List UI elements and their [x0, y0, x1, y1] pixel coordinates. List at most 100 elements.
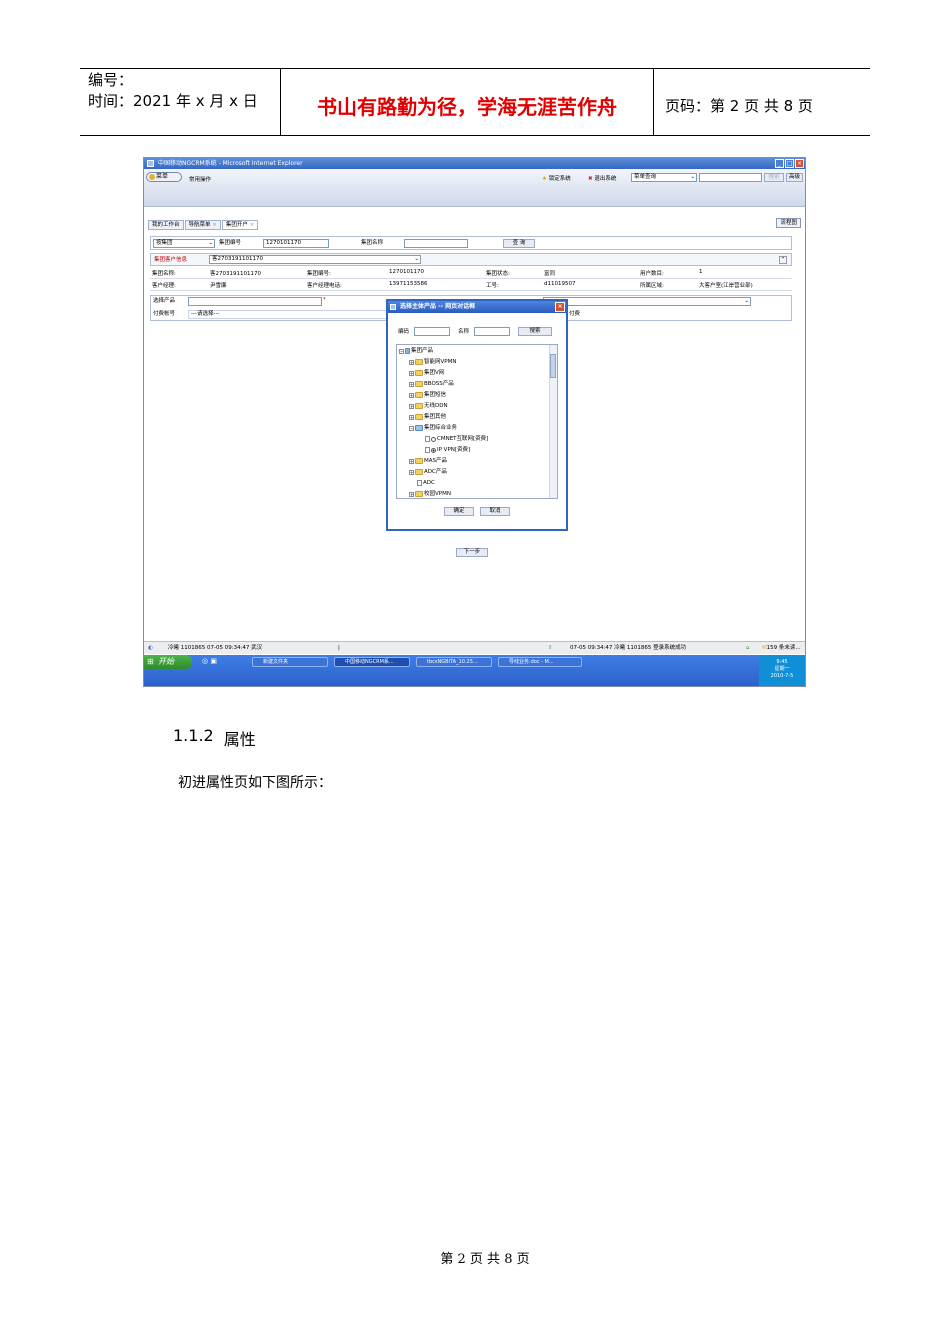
payment-account-select[interactable]: ---请选择---: [188, 310, 388, 319]
customer-select[interactable]: 客2703191101170 ⌄: [209, 255, 421, 264]
select-product-label: 选择产品: [153, 298, 176, 304]
unread-count: 159 条未读...: [766, 645, 801, 651]
menu-search-input[interactable]: [699, 173, 762, 182]
info-row: 集团名称: 客2703191101170 集团编号: 1270101170 集团…: [150, 267, 792, 279]
tree-label: 智能网VPMN: [424, 359, 457, 365]
tree-item[interactable]: + BBOSS产品: [409, 380, 454, 388]
query-row: 按集团 ⌄ 集团编号 1270101170 集团名称 查 询: [150, 236, 792, 250]
dialog-close-icon[interactable]: ×: [555, 302, 565, 312]
expand-icon[interactable]: +: [409, 359, 414, 365]
product-tree: − 集团产品 + 智能网VPMN + 集团V网 + BBOSS产品 + 集团短信 + 无线D…: [396, 344, 558, 499]
expand-icon[interactable]: +: [409, 370, 414, 376]
tree-item[interactable]: + 无线DDN: [409, 402, 448, 410]
lock-system-button[interactable]: ★ 锁定系统: [542, 174, 571, 182]
page-info: 页码：第 2 页 共 8 页: [665, 96, 813, 115]
tab-close-icon[interactable]: ×: [212, 222, 217, 228]
minimize-icon[interactable]: _: [775, 159, 784, 168]
tree-label: BBOSS产品: [424, 381, 454, 387]
info-label: 客户经理:: [152, 283, 176, 289]
tree-item[interactable]: − 集团综合业务: [409, 424, 457, 432]
dialog-search-button[interactable]: 搜索: [518, 327, 552, 336]
task-tbcs[interactable]: tbcsNGBITA_10.25...: [416, 657, 492, 667]
tree-leaf[interactable]: ADC: [417, 479, 435, 487]
group-name-input[interactable]: [404, 239, 468, 248]
tree-scrollbar[interactable]: [549, 345, 557, 498]
tree-label: 集团产品: [411, 348, 434, 354]
next-step-button[interactable]: 下一步: [456, 548, 488, 557]
start-label: 开始: [158, 657, 174, 666]
group-code-label: 集团编号: [219, 240, 242, 246]
unread-messages[interactable]: ✉159 条未读...: [762, 642, 801, 654]
folder-icon: [415, 491, 423, 497]
customer-select-value: 客2703191101170: [212, 256, 263, 262]
menu-search-button[interactable]: 搜索: [764, 173, 784, 182]
expand-icon[interactable]: +: [409, 458, 414, 464]
close-icon[interactable]: ×: [795, 159, 804, 168]
quicklaunch-icons[interactable]: ◎ ▣: [202, 657, 217, 665]
advanced-button[interactable]: 高级: [786, 173, 803, 182]
tree-item[interactable]: + 集团其他: [409, 413, 446, 421]
root-icon: [405, 348, 410, 354]
query-button[interactable]: 查 询: [503, 239, 535, 248]
menu-query-select[interactable]: 菜单查询 ⌄: [631, 173, 697, 182]
header-left-cell: 编号： 时间：2021 年 x 月 x 日: [80, 69, 280, 135]
expand-icon[interactable]: +: [409, 381, 414, 387]
radio-button[interactable]: [431, 436, 436, 442]
info-label: 工号:: [486, 283, 499, 289]
tree-label: 集团短信: [424, 392, 447, 398]
tree-label: ADC产品: [424, 469, 447, 475]
tab-close-icon[interactable]: ×: [250, 222, 255, 228]
tab-nav-menu[interactable]: 导航菜单 ×: [184, 220, 221, 230]
dialog-name-input[interactable]: [474, 327, 510, 336]
menu-button[interactable]: 菜单: [146, 172, 182, 182]
exit-system-button[interactable]: ✖ 退出系统: [588, 174, 616, 182]
exit-system-label: 退出系统: [594, 176, 617, 182]
window-title: 中国移动NGCRM系统 - Microsoft Internet Explore…: [158, 160, 303, 167]
dialog-cancel-button[interactable]: 取消: [480, 507, 510, 516]
tab-workbench[interactable]: 我的工作台: [148, 220, 184, 230]
tree-item[interactable]: + MAS产品: [409, 457, 447, 465]
dialog-code-input[interactable]: [414, 327, 450, 336]
payment-account-label: 付费帐号: [153, 311, 176, 317]
system-tray: 9:45 星期一 2010-7-5: [759, 655, 805, 686]
tree-item[interactable]: + 集团V网: [409, 369, 444, 377]
maximize-icon[interactable]: □: [785, 159, 794, 168]
collapse-icon[interactable]: −: [399, 348, 404, 354]
collapse-icon[interactable]: ⌃: [779, 256, 787, 264]
home-icon[interactable]: ⌂: [746, 642, 750, 654]
tree-label: IP VPN[资费]: [437, 447, 471, 453]
group-code-input[interactable]: 1270101170: [263, 239, 329, 248]
task-ngcrm[interactable]: 中国移动NGCRM系...: [334, 657, 410, 667]
tree-root[interactable]: − 集团产品: [399, 347, 433, 355]
task-doc[interactable]: 导线业务.doc - M...: [498, 657, 582, 667]
expand-icon[interactable]: +: [409, 392, 414, 398]
tree-item[interactable]: + 集团短信: [409, 391, 446, 399]
expand-icon[interactable]: +: [409, 403, 414, 409]
tree-leaf[interactable]: CMNET互联网[资费]: [425, 435, 488, 443]
radio-button-selected[interactable]: [431, 447, 436, 453]
common-ops-link[interactable]: 常用操作: [189, 175, 211, 183]
flowchart-button[interactable]: 流程图: [776, 218, 801, 228]
select-product-input[interactable]: [188, 297, 322, 306]
tab-group-open[interactable]: 集团开户 ×: [221, 220, 259, 230]
tray-date: 2010-7-5: [770, 673, 794, 679]
product-detail-select[interactable]: ⌄: [543, 297, 751, 306]
tree-leaf[interactable]: IP VPN[资费]: [425, 446, 470, 454]
time-label: 时间：2021 年 x 月 x 日: [88, 92, 258, 110]
query-type-select[interactable]: 按集团 ⌄: [153, 239, 215, 248]
scrollbar-thumb[interactable]: [550, 354, 556, 378]
dialog-ok-button[interactable]: 确定: [444, 507, 474, 516]
info-value: 富同: [544, 271, 556, 277]
expand-icon[interactable]: +: [409, 491, 414, 497]
status-message: 07-05 09:34:47 冷曦 1101865 登录系统成功: [570, 645, 687, 651]
collapse-icon[interactable]: −: [409, 425, 414, 431]
ie-status-icon: ◐: [148, 645, 153, 651]
expand-icon[interactable]: +: [409, 414, 414, 420]
tree-item[interactable]: + 校园VPMN: [409, 490, 451, 498]
info-value: 13971153586: [389, 281, 428, 287]
task-new-folder[interactable]: 新建文件夹: [252, 657, 328, 667]
tree-item[interactable]: + ADC产品: [409, 468, 447, 476]
expand-icon[interactable]: +: [409, 469, 414, 475]
start-button[interactable]: ⊞ 开始: [144, 655, 192, 669]
tree-item[interactable]: + 智能网VPMN: [409, 358, 456, 366]
